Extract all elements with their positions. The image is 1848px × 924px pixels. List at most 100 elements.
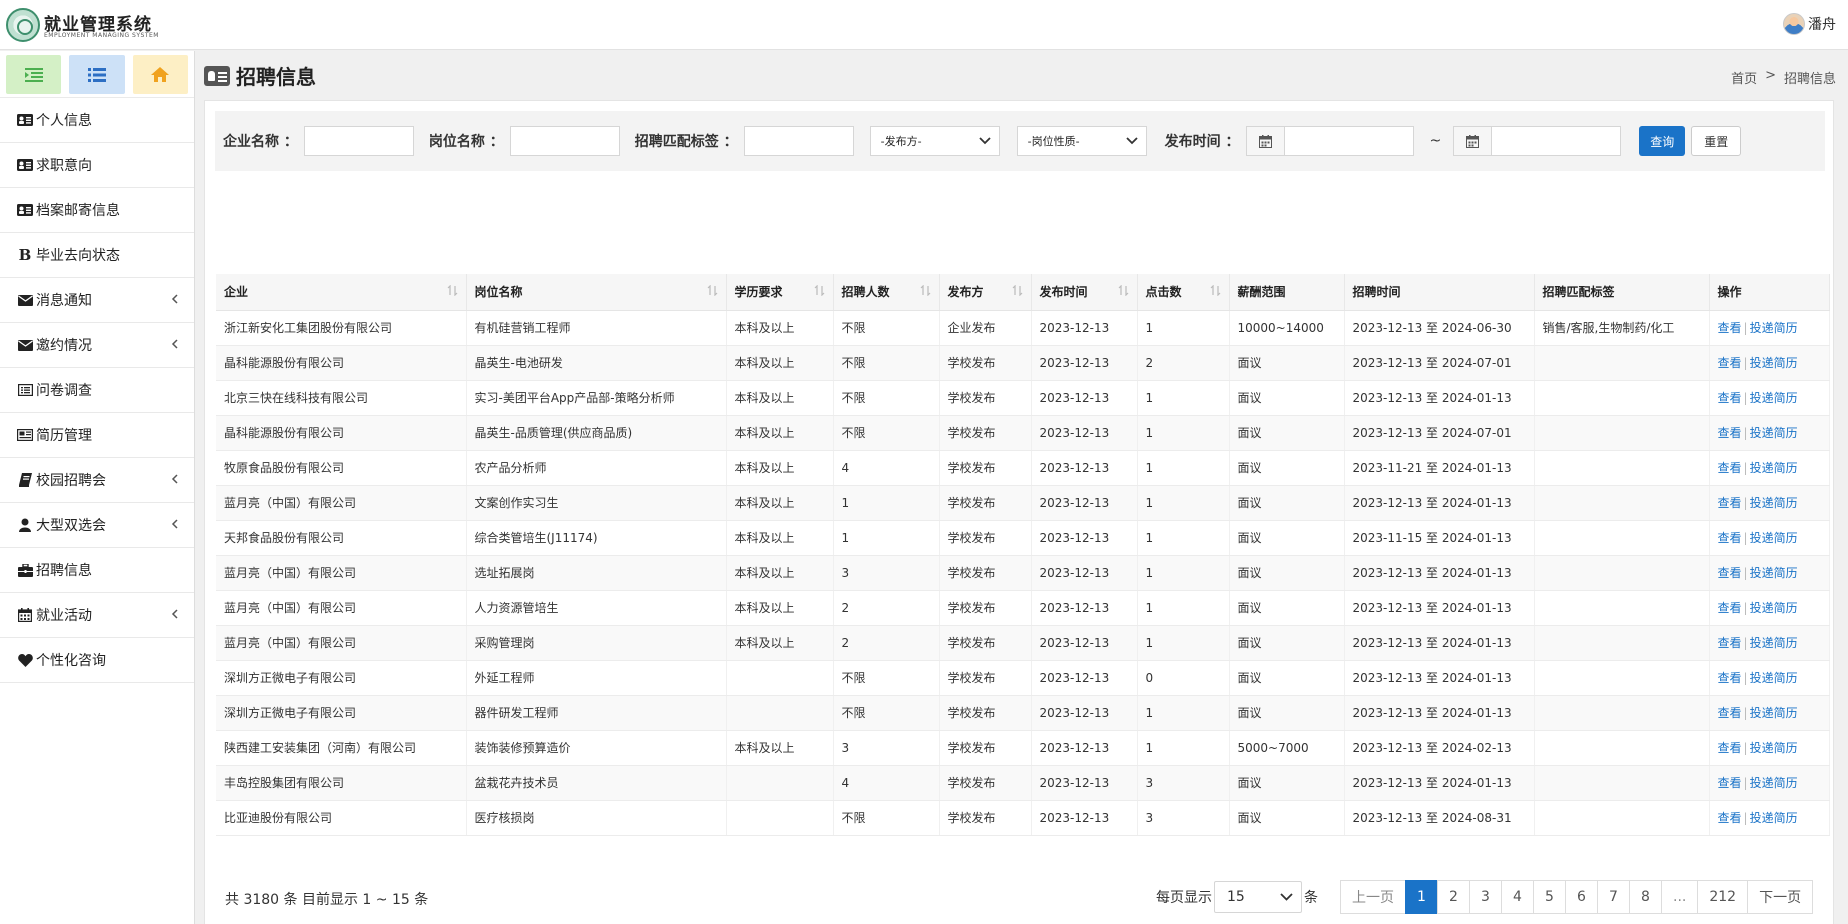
reset-button[interactable]: 重置 [1691, 126, 1742, 156]
view-link[interactable]: 查看 [1718, 671, 1742, 685]
table-cell: 不限 [833, 415, 940, 451]
page-button[interactable]: 6 [1565, 880, 1598, 914]
position-nature-select[interactable]: -岗位性质- [1016, 126, 1147, 156]
column-header[interactable]: 企业 [216, 274, 467, 311]
apply-resume-link[interactable]: 投递简历 [1750, 706, 1798, 720]
apply-resume-link[interactable]: 投递简历 [1750, 461, 1798, 475]
column-header[interactable]: 招聘人数 [833, 274, 940, 311]
apply-resume-link[interactable]: 投递简历 [1750, 426, 1798, 440]
sort-icon[interactable] [447, 284, 458, 299]
calendar-icon[interactable] [1453, 126, 1492, 156]
sort-icon[interactable] [814, 284, 825, 299]
id-card-icon [16, 204, 34, 216]
table-cell: 2023-12-13 [1031, 625, 1138, 661]
sidebar-item[interactable]: 就业活动 [0, 593, 194, 638]
sidebar-item[interactable]: 大型双选会 [0, 503, 194, 548]
column-header[interactable]: 岗位名称 [466, 274, 727, 311]
company-name-input[interactable] [303, 126, 414, 156]
column-header[interactable]: 学历要求 [726, 274, 834, 311]
sidebar-item[interactable]: B 毕业去向状态 [0, 233, 194, 278]
view-link[interactable]: 查看 [1718, 461, 1742, 475]
query-button[interactable]: 查询 [1639, 126, 1686, 156]
outdent-button[interactable] [6, 55, 62, 94]
apply-resume-link[interactable]: 投递简历 [1750, 566, 1798, 580]
prev-page-button[interactable]: 上一页 [1340, 880, 1406, 914]
view-link[interactable]: 查看 [1718, 356, 1742, 370]
sidebar-item-label: 简历管理 [36, 428, 92, 444]
view-link[interactable]: 查看 [1718, 811, 1742, 825]
page-button[interactable]: 7 [1597, 880, 1630, 914]
sidebar-item[interactable]: 个性化咨询 [0, 638, 194, 683]
breadcrumb-home[interactable]: 首页 [1731, 68, 1757, 87]
view-link[interactable]: 查看 [1718, 601, 1742, 615]
sidebar-item[interactable]: 个人信息 [0, 98, 194, 143]
view-link[interactable]: 查看 [1718, 706, 1742, 720]
page-button[interactable]: 3 [1469, 880, 1502, 914]
apply-resume-link[interactable]: 投递简历 [1750, 671, 1798, 685]
page-button[interactable]: 8 [1629, 880, 1662, 914]
table-cell: 2023-12-13 [1031, 345, 1138, 381]
user-menu[interactable]: 潘舟 [1783, 13, 1836, 35]
avatar[interactable] [1783, 13, 1805, 35]
start-date-input[interactable] [1283, 126, 1414, 156]
next-page-button[interactable]: 下一页 [1747, 880, 1814, 914]
apply-resume-link[interactable]: 投递简历 [1750, 636, 1798, 650]
view-link[interactable]: 查看 [1718, 531, 1742, 545]
view-link[interactable]: 查看 [1718, 321, 1742, 335]
apply-resume-link[interactable]: 投递简历 [1750, 811, 1798, 825]
apply-resume-link[interactable]: 投递简历 [1750, 531, 1798, 545]
sidebar-item[interactable]: 校园招聘会 [0, 458, 194, 503]
table-cell: 1 [1137, 415, 1230, 451]
sort-icon[interactable] [707, 284, 718, 299]
view-link[interactable]: 查看 [1718, 391, 1742, 405]
sort-icon[interactable] [1210, 284, 1221, 299]
user-name[interactable]: 潘舟 [1808, 14, 1836, 34]
apply-resume-link[interactable]: 投递简历 [1750, 601, 1798, 615]
table-cell: 2023-12-13 至 2024-01-13 [1344, 590, 1535, 626]
sort-icon[interactable] [1012, 284, 1023, 299]
match-tag-input[interactable] [743, 126, 854, 156]
table-cell: 外延工程师 [466, 660, 727, 696]
view-link[interactable]: 查看 [1718, 776, 1742, 790]
apply-resume-link[interactable]: 投递简历 [1750, 776, 1798, 790]
logo-icon [6, 8, 40, 42]
apply-resume-link[interactable]: 投递简历 [1750, 321, 1798, 335]
page-button[interactable]: 4 [1501, 880, 1534, 914]
apply-resume-link[interactable]: 投递简历 [1750, 356, 1798, 370]
outdent-icon [24, 67, 43, 82]
sidebar-item[interactable]: 邀约情况 [0, 323, 194, 368]
page-button[interactable]: 212 [1697, 880, 1749, 914]
publisher-select[interactable]: -发布方- [869, 126, 1000, 156]
column-header[interactable]: 发布时间 [1031, 274, 1138, 311]
position-name-input[interactable] [509, 126, 620, 156]
view-link[interactable]: 查看 [1718, 566, 1742, 580]
page-button[interactable]: 2 [1437, 880, 1470, 914]
list-view-button[interactable] [69, 55, 125, 94]
sidebar-item[interactable]: 招聘信息 [0, 548, 194, 593]
column-header[interactable]: 发布方 [939, 274, 1032, 311]
page-button[interactable]: 1 [1405, 880, 1438, 914]
page-button[interactable]: 5 [1533, 880, 1566, 914]
sort-icon[interactable] [1118, 284, 1129, 299]
sidebar-item[interactable]: 问卷调查 [0, 368, 194, 413]
home-button[interactable] [132, 55, 188, 94]
sidebar-item[interactable]: 档案邮寄信息 [0, 188, 194, 233]
view-link[interactable]: 查看 [1718, 636, 1742, 650]
action-separator: | [1743, 776, 1748, 790]
sidebar-item[interactable]: 求职意向 [0, 143, 194, 188]
sort-icon[interactable] [920, 284, 931, 299]
view-link[interactable]: 查看 [1718, 741, 1742, 755]
view-link[interactable]: 查看 [1718, 496, 1742, 510]
calendar-icon[interactable] [1245, 126, 1284, 156]
table-cell: 1 [1137, 590, 1230, 626]
per-page-select[interactable]: 15 [1214, 881, 1302, 913]
column-header[interactable]: 点击数 [1137, 274, 1230, 311]
apply-resume-link[interactable]: 投递简历 [1750, 496, 1798, 510]
sidebar-item[interactable]: 简历管理 [0, 413, 194, 458]
apply-resume-link[interactable]: 投递简历 [1750, 741, 1798, 755]
view-link[interactable]: 查看 [1718, 426, 1742, 440]
apply-resume-link[interactable]: 投递简历 [1750, 391, 1798, 405]
sidebar-item[interactable]: 消息通知 [0, 278, 194, 323]
table-cell: 2023-12-13 [1031, 380, 1138, 416]
end-date-input[interactable] [1491, 126, 1622, 156]
